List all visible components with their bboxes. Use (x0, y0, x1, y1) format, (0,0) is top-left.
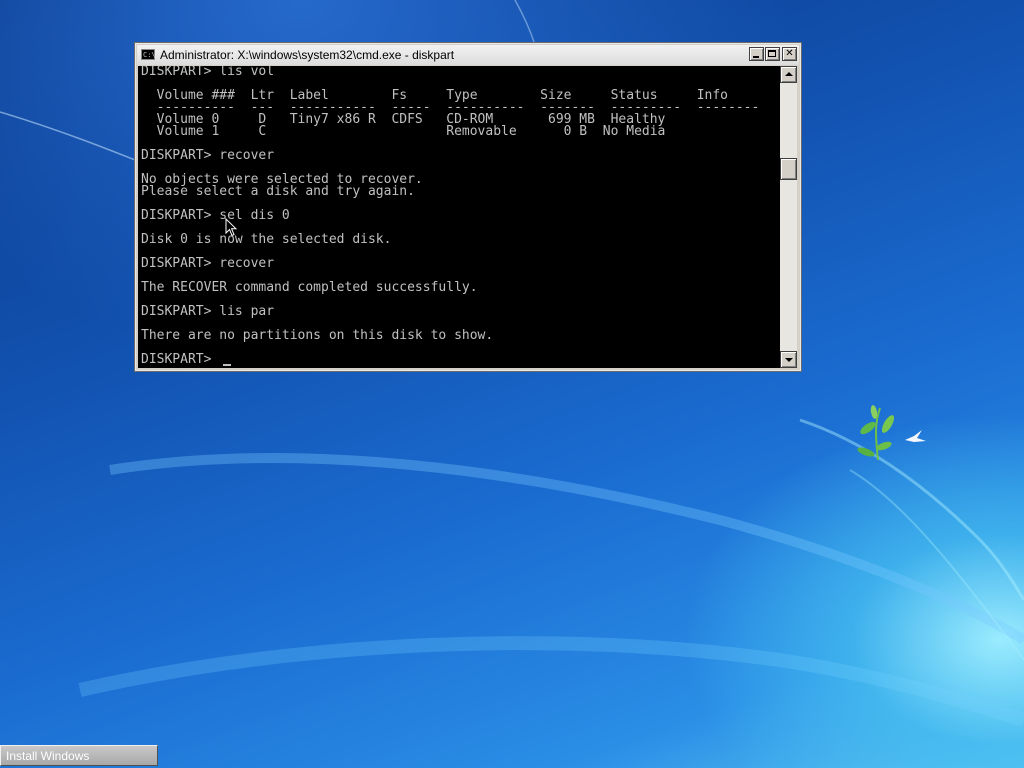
vertical-scrollbar[interactable] (780, 66, 797, 368)
maximize-button[interactable] (765, 47, 780, 61)
maximize-icon (768, 50, 776, 57)
mouse-pointer-icon (225, 218, 237, 237)
leaf-sprout-graphic (857, 405, 895, 461)
scroll-down-button[interactable] (780, 351, 797, 368)
minimize-icon (753, 56, 759, 58)
arrow-down-icon (785, 358, 793, 362)
install-windows-taskbar-button[interactable]: Install Windows (0, 745, 158, 766)
console-output-area[interactable]: DISKPART> lis vol Volume ### Ltr Label F… (138, 66, 780, 368)
scroll-up-button[interactable] (780, 66, 797, 83)
white-bird-graphic (905, 430, 926, 442)
window-title: Administrator: X:\windows\system32\cmd.e… (160, 48, 455, 62)
close-button[interactable]: ✕ (782, 47, 797, 61)
close-icon: ✕ (785, 48, 794, 59)
cmd-window[interactable]: C:\ Administrator: X:\windows\system32\c… (134, 42, 802, 372)
arrow-up-icon (785, 72, 793, 76)
title-bar[interactable]: C:\ Administrator: X:\windows\system32\c… (137, 45, 799, 65)
minimize-button[interactable] (749, 47, 764, 61)
text-cursor (223, 364, 231, 366)
cmd-console-icon: C:\ (141, 49, 156, 60)
scroll-thumb[interactable] (780, 158, 797, 180)
console-text: DISKPART> lis vol Volume ### Ltr Label F… (141, 66, 760, 367)
taskbar-button-label: Install Windows (6, 749, 90, 763)
